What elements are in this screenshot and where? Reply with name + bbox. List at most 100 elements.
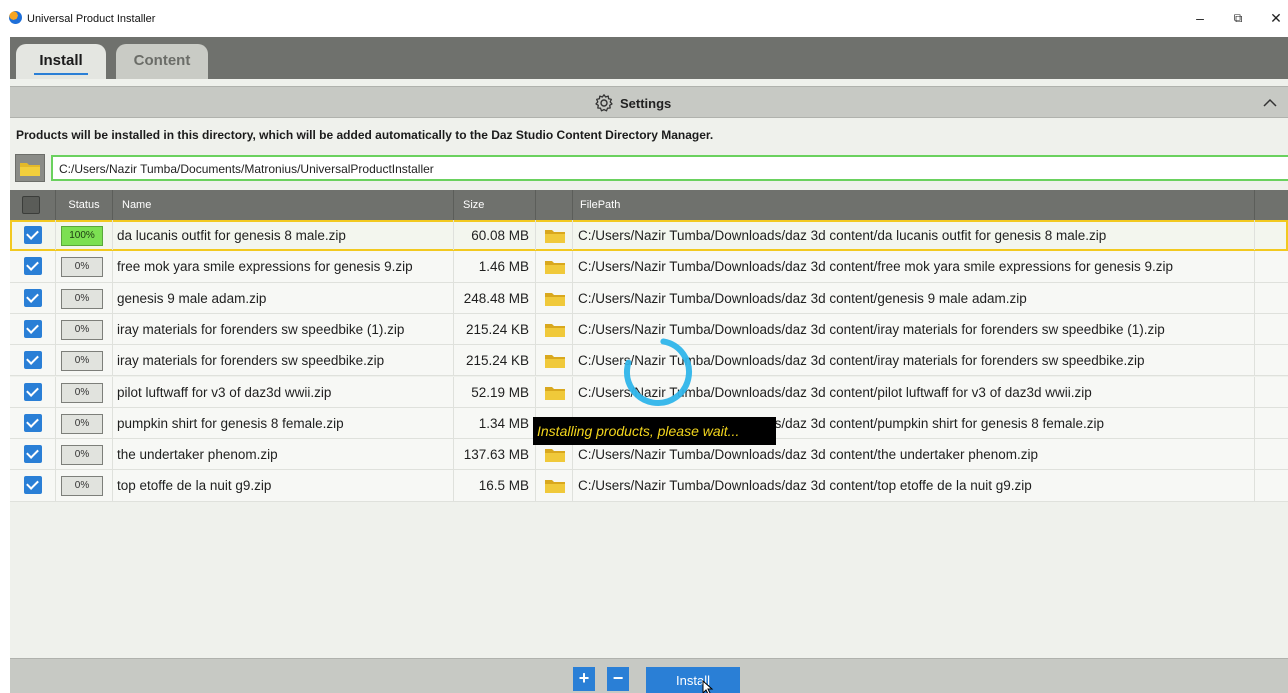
add-product-button[interactable]: + [573,667,595,691]
remove-product-button[interactable]: − [607,667,629,691]
tab-install[interactable]: Install [16,44,106,79]
settings-toggle[interactable]: Settings [594,93,671,113]
minimize-button[interactable]: – [1186,7,1214,29]
row-checkbox-cell [10,313,56,345]
settings-bar[interactable]: Settings [10,86,1288,118]
tab-content-label: Content [133,52,191,69]
table-row[interactable]: 0% free mok yara smile expressions for ge… [10,251,1288,283]
row-open-folder-button[interactable] [536,251,573,282]
row-status-cell: 100% [56,220,113,251]
row-name: pumpkin shirt for genesis 8 female.zip [113,407,454,439]
row-name: iray materials for forenders sw speedbik… [113,345,454,376]
folder-icon [545,449,565,463]
installing-message: Installing products, please wait... [533,417,776,445]
row-filepath: C:/Users/Nazir Tumba/Downloads/daz 3d co… [573,220,1255,251]
install-button[interactable]: Install [646,667,740,693]
row-open-folder-button[interactable] [536,470,573,501]
browse-directory-button[interactable] [15,154,45,182]
row-spacer [1255,220,1288,250]
row-spacer [1255,283,1288,313]
select-all-checkbox[interactable] [22,196,40,214]
row-checkbox-cell [10,407,56,439]
install-directory-input[interactable]: C:/Users/Nazir Tumba/Documents/Matronius… [51,155,1288,181]
row-size: 52.19 MB [454,376,536,407]
row-size: 215.24 KB [454,345,536,376]
folder-icon [20,163,40,176]
row-status-cell: 0% [56,376,113,407]
row-spacer [1255,439,1288,469]
row-name: top etoffe de la nuit g9.zip [113,470,454,501]
table-row[interactable]: 100% da lucanis outfit for genesis 8 male… [10,220,1288,252]
row-checkbox[interactable] [24,288,42,307]
status-badge: 0% [61,257,103,278]
tab-bar: Install Content [10,37,1288,79]
row-filepath: C:/Users/Nazir Tumba/Downloads/daz 3d co… [573,470,1255,501]
table-row[interactable]: 0% top etoffe de la nuit g9.zip 16.5 MB C:/… [10,470,1288,502]
row-checkbox[interactable] [24,445,42,464]
row-size: 215.24 KB [454,313,536,345]
header-select-all-cell [10,190,56,220]
row-open-folder-button[interactable] [536,345,573,376]
bottom-toolbar: + − Install [10,658,1288,693]
row-checkbox[interactable] [24,413,42,432]
row-spacer [1255,377,1288,407]
header-spacer [1255,190,1288,220]
row-name: da lucanis outfit for genesis 8 male.zip [113,220,454,251]
row-checkbox[interactable] [24,476,42,495]
header-status[interactable]: Status [56,190,113,220]
row-checkbox[interactable] [24,226,42,244]
header-name[interactable]: Name [113,190,454,220]
install-directory-row: C:/Users/Nazir Tumba/Documents/Matronius… [15,154,1288,182]
chevron-up-icon[interactable] [1262,95,1278,111]
folder-icon [545,480,565,494]
row-open-folder-button[interactable] [536,376,573,407]
row-name: genesis 9 male adam.zip [113,282,454,313]
row-filepath: C:/Users/Nazir Tumba/Downloads/daz 3d co… [573,282,1255,313]
folder-icon [545,292,565,306]
status-badge: 0% [61,351,103,372]
row-checkbox[interactable] [24,382,42,401]
mouse-cursor-icon [702,680,714,693]
header-filepath[interactable]: FilePath [573,190,1255,220]
row-filepath: C:/Users/Nazir Tumba/Downloads/daz 3d co… [573,251,1255,282]
row-status-cell: 0% [56,407,113,439]
app-window: Universal Product Installer – ⧉ ✕ Instal… [0,0,1288,693]
status-badge: 0% [61,382,103,403]
install-info-text: Products will be installed in this direc… [16,128,714,142]
row-checkbox[interactable] [24,351,42,370]
row-checkbox-cell [10,439,56,470]
row-spacer [1255,251,1288,281]
row-open-folder-button[interactable] [536,313,573,345]
status-badge: 0% [61,476,103,497]
row-open-folder-button[interactable] [536,220,573,251]
status-badge: 0% [61,445,103,466]
row-checkbox-cell [10,470,56,501]
row-checkbox-cell [10,345,56,376]
header-size[interactable]: Size [454,190,536,220]
loading-spinner [624,338,692,406]
app-logo-icon [9,11,22,24]
row-name: pilot luftwaff for v3 of daz3d wwii.zip [113,376,454,407]
close-button[interactable]: ✕ [1262,7,1288,29]
row-spacer [1255,314,1288,344]
row-size: 248.48 MB [454,282,536,313]
row-checkbox-cell [10,376,56,407]
folder-icon [545,261,565,275]
status-badge: 0% [61,413,103,434]
status-badge: 0% [61,288,103,309]
row-spacer [1255,345,1288,375]
row-status-cell: 0% [56,439,113,470]
row-checkbox[interactable] [24,257,42,276]
row-checkbox-cell [10,220,56,251]
row-status-cell: 0% [56,313,113,345]
row-status-cell: 0% [56,470,113,501]
maximize-button[interactable]: ⧉ [1224,7,1252,29]
active-tab-indicator [34,73,88,75]
folder-icon [545,355,565,369]
row-checkbox[interactable] [24,319,42,338]
gear-icon [595,94,613,112]
tab-content[interactable]: Content [116,44,208,79]
row-open-folder-button[interactable] [536,282,573,313]
table-row[interactable]: 0% genesis 9 male adam.zip 248.48 MB C:/Use… [10,282,1288,314]
row-size: 137.63 MB [454,439,536,470]
